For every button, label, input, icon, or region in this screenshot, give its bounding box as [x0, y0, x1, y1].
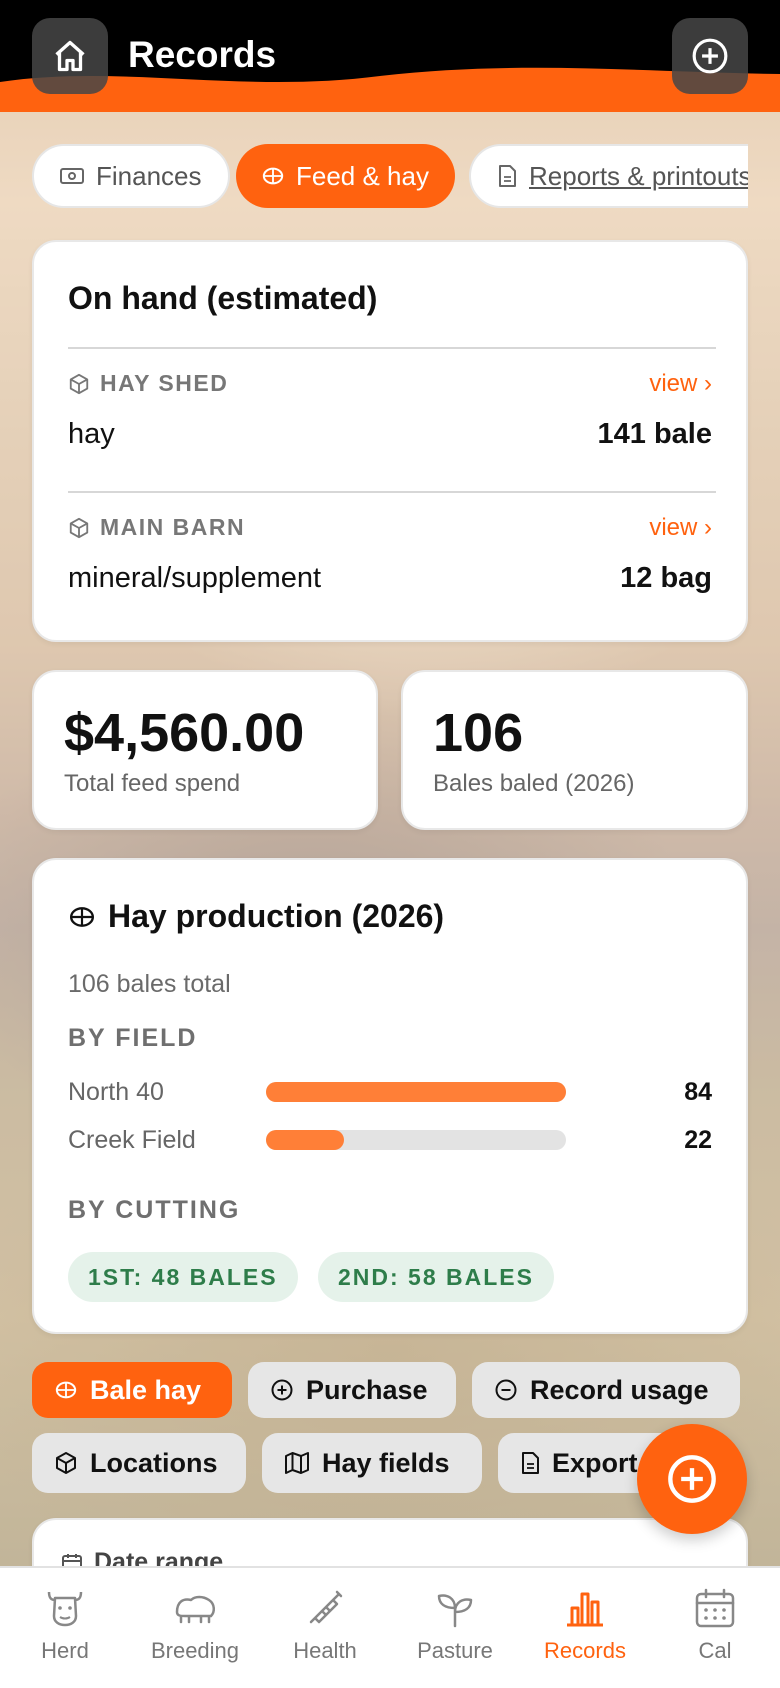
box-icon	[56, 1452, 76, 1474]
bottom-tab-bar: Herd Breeding Health Pasture Records Cal	[0, 1566, 780, 1688]
location-label-main-barn: MAIN BARN	[68, 514, 245, 541]
tab-records[interactable]: Records	[520, 1568, 650, 1688]
field-value: 22	[684, 1126, 712, 1154]
box-icon	[69, 373, 89, 394]
tab-label: Pasture	[417, 1638, 493, 1663]
hay-fields-button[interactable]: Hay fields	[262, 1433, 482, 1493]
plus-circle-icon	[692, 38, 728, 74]
tab-label: Breeding	[150, 1638, 240, 1663]
hay-production-card: Hay production (2026) 106 bales total BY…	[32, 858, 748, 1334]
location-name: MAIN BARN	[100, 514, 246, 540]
hay-production-title: Hay production (2026)	[108, 898, 445, 934]
item-name: hay	[68, 418, 115, 450]
field-bar-fill	[266, 1082, 566, 1102]
home-button[interactable]	[32, 18, 108, 94]
stat-card-feed-spend: $4,560.00 Total feed spend	[32, 670, 378, 830]
tab-pasture[interactable]: Pasture	[390, 1568, 520, 1688]
tab-finances[interactable]: Finances	[32, 144, 230, 208]
hay-fields-label: Hay fields	[322, 1447, 450, 1478]
add-button[interactable]	[672, 18, 748, 94]
minus-circle-icon	[495, 1379, 517, 1401]
cutting-badge: 1ST: 48 BALES	[68, 1252, 298, 1302]
location-name: HAY SHED	[100, 370, 229, 396]
tab-label: Cal	[698, 1638, 732, 1663]
locations-label: Locations	[90, 1447, 218, 1478]
view-main-barn-link[interactable]: view ›	[649, 514, 712, 542]
field-bar-fill	[266, 1130, 344, 1150]
bale-hay-button[interactable]: Bale hay	[32, 1362, 232, 1418]
field-name: Creek Field	[68, 1126, 196, 1154]
syringe-icon	[309, 1590, 343, 1624]
locations-button[interactable]: Locations	[32, 1433, 246, 1493]
by-cutting-label: BY CUTTING	[68, 1196, 241, 1224]
purchase-label: Purchase	[306, 1374, 428, 1405]
document-icon	[499, 165, 516, 187]
home-icon	[55, 40, 85, 72]
plus-circle-icon	[668, 1455, 716, 1503]
tab-feed-hay-label: Feed & hay	[296, 160, 429, 191]
tab-reports-label: Reports & printouts	[529, 160, 748, 191]
record-usage-button[interactable]: Record usage	[472, 1362, 740, 1418]
export-label: Export	[552, 1447, 638, 1478]
cutting-badge: 2ND: 58 BALES	[318, 1252, 554, 1302]
on-hand-title: On hand (estimated)	[68, 280, 378, 316]
on-hand-card: On hand (estimated) HAY SHED view › hay …	[32, 240, 748, 642]
tab-reports[interactable]: Reports & printouts	[469, 144, 748, 208]
tab-label: Herd	[41, 1638, 89, 1663]
app-header: Records	[0, 0, 780, 112]
stat-value: $4,560.00	[64, 703, 305, 763]
cow-icon	[47, 1591, 83, 1627]
tab-health[interactable]: Health	[260, 1568, 390, 1688]
field-bar-track	[266, 1130, 566, 1150]
item-quantity: 12 bag	[620, 562, 712, 594]
stat-label: Total feed spend	[64, 770, 241, 797]
tab-feed-hay[interactable]: Feed & hay	[236, 144, 455, 208]
hay-production-header: Hay production (2026)	[68, 898, 444, 935]
header-wave	[0, 67, 780, 112]
item-name: mineral/supplement	[68, 562, 322, 594]
location-label-hay-shed: HAY SHED	[68, 370, 228, 397]
tab-calendar[interactable]: Cal	[650, 1568, 780, 1688]
by-field-label: BY FIELD	[68, 1024, 198, 1052]
tab-herd[interactable]: Herd	[0, 1568, 130, 1688]
cash-icon	[60, 168, 84, 184]
box-icon	[69, 517, 89, 538]
field-value: 84	[684, 1078, 712, 1106]
tab-finances-label: Finances	[96, 160, 202, 191]
stat-value: 106	[433, 703, 524, 763]
purchase-button[interactable]: Purchase	[248, 1362, 456, 1418]
bales-total: 106 bales total	[68, 970, 231, 998]
field-bar-track	[266, 1082, 566, 1102]
item-quantity: 141 bale	[597, 418, 712, 450]
tab-label: Records	[544, 1638, 626, 1663]
page-title: Records	[128, 34, 277, 75]
hay-bale-icon	[69, 906, 95, 927]
tab-label: Health	[293, 1638, 357, 1663]
segment-bar: Finances Feed & hay Reports & printouts	[0, 140, 748, 212]
plus-circle-icon	[271, 1379, 293, 1401]
field-name: North 40	[68, 1078, 164, 1106]
stat-card-bales: 106 Bales baled (2026)	[401, 670, 748, 830]
hay-bale-icon	[55, 1381, 77, 1399]
map-icon	[285, 1452, 309, 1474]
document-icon	[522, 1452, 539, 1474]
divider	[68, 347, 716, 349]
calendar-icon	[695, 1588, 735, 1628]
record-usage-label: Record usage	[530, 1374, 709, 1405]
floating-add-button[interactable]	[637, 1424, 747, 1534]
view-hay-shed-link[interactable]: view ›	[649, 370, 712, 398]
bale-hay-label: Bale hay	[90, 1374, 202, 1405]
divider	[68, 491, 716, 493]
sprout-icon	[437, 1594, 473, 1628]
breeding-icon	[175, 1595, 215, 1624]
hay-bale-icon	[262, 167, 284, 185]
stat-label: Bales baled (2026)	[433, 770, 635, 797]
bar-chart-icon	[567, 1592, 603, 1627]
tab-breeding[interactable]: Breeding	[130, 1568, 260, 1688]
